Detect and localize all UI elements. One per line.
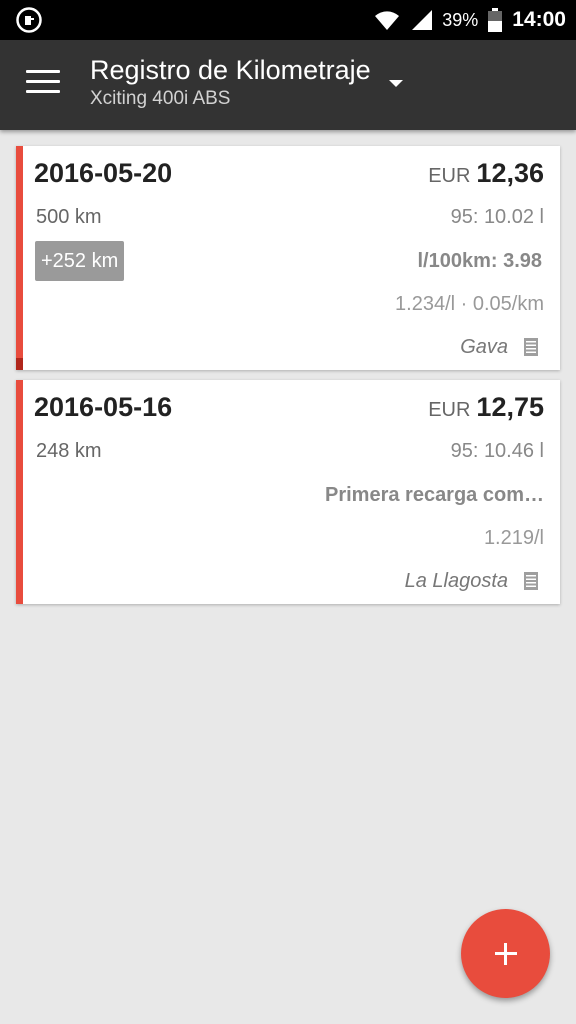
station-name: La Llagosta — [404, 570, 508, 592]
currency-label: EUR — [428, 399, 471, 421]
note-icon[interactable] — [524, 572, 538, 590]
fuel-entry-card[interactable]: 2016-05-16 EUR 12,75 248 km 95: 10.46 l P… — [16, 380, 560, 604]
distance-badge: +252 km — [35, 241, 125, 281]
currency-label: EUR — [428, 165, 471, 187]
status-bar: 39% 14:00 — [0, 0, 576, 40]
price-amount: 12,36 — [476, 158, 544, 188]
odometer-value: 248 km — [36, 440, 102, 462]
add-entry-button[interactable] — [461, 909, 550, 998]
unit-price: 1.219/l — [483, 527, 544, 549]
battery-icon — [488, 8, 503, 32]
entry-date: 2016-05-20 — [34, 158, 173, 188]
fuel-entry-card[interactable]: 2016-05-20 EUR 12,36 500 km 95: 10.02 l +… — [16, 146, 560, 370]
note-icon[interactable] — [524, 338, 538, 356]
card-accent-bar — [16, 380, 23, 604]
vehicle-selector[interactable]: Registro de Kilometraje Xciting 400i ABS — [90, 54, 371, 111]
wifi-icon — [375, 11, 400, 30]
vehicle-subtitle: Xciting 400i ABS — [90, 88, 231, 109]
price-amount: 12,75 — [476, 392, 544, 422]
odometer-value: 500 km — [36, 206, 102, 228]
entry-price: EUR 12,75 — [428, 392, 544, 423]
clock: 14:00 — [512, 8, 566, 31]
app-bar: Registro de Kilometraje Xciting 400i ABS — [0, 40, 576, 130]
fuel-amount: 95: 10.02 l — [450, 206, 544, 228]
dropdown-arrow-icon[interactable] — [389, 80, 403, 87]
menu-icon[interactable] — [26, 70, 60, 98]
entry-date: 2016-05-16 — [34, 392, 173, 422]
fuel-app-icon — [16, 7, 42, 33]
card-accent-bar — [16, 146, 23, 370]
battery-percent: 39% — [442, 9, 479, 30]
fuel-amount: 95: 10.46 l — [450, 440, 544, 462]
entry-note: Primera recarga com… — [324, 484, 544, 506]
card-accent-bar-end — [16, 358, 23, 370]
signal-icon — [412, 10, 433, 30]
consumption-value: l/100km: 3.98 — [417, 250, 542, 272]
entry-price: EUR 12,36 — [428, 158, 544, 189]
station-name: Gava — [460, 336, 508, 358]
app-title: Registro de Kilometraje — [90, 55, 371, 85]
unit-price: 1.234/l · 0.05/km — [395, 293, 544, 315]
